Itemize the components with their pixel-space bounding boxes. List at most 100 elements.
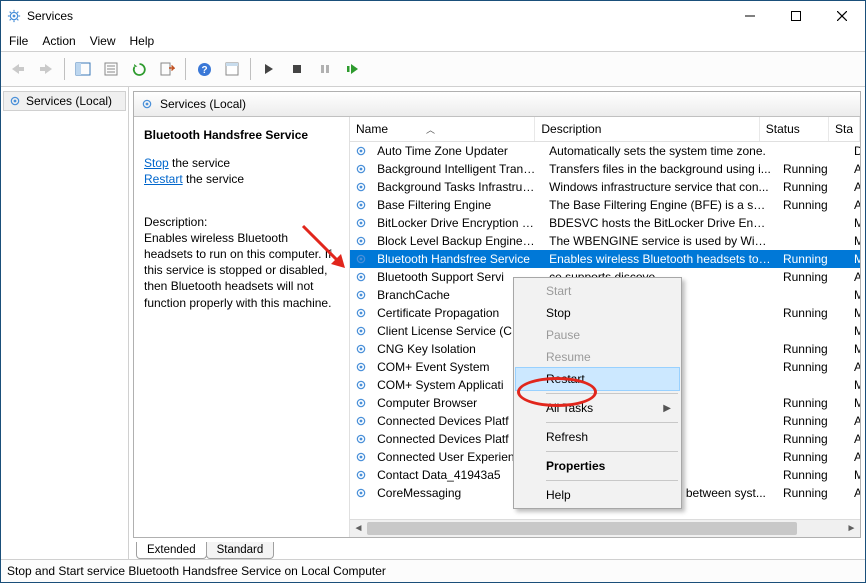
toolbar-properties[interactable] [98, 56, 124, 82]
cell-startup: Au [848, 162, 860, 176]
table-row[interactable]: Bluetooth Handsfree ServiceEnables wirel… [350, 250, 860, 268]
column-name[interactable]: Name︿ [350, 117, 535, 141]
column-status[interactable]: Status [760, 117, 829, 141]
toolbar-properties-sheet[interactable] [219, 56, 245, 82]
table-row[interactable]: Background Tasks Infrastruct...Windows i… [350, 178, 860, 196]
cell-name: Bluetooth Handsfree Service [371, 252, 543, 266]
close-button[interactable] [819, 1, 865, 31]
ctx-refresh[interactable]: Refresh [516, 426, 679, 448]
link-stop-service[interactable]: Stop [144, 156, 169, 170]
cell-status: Running [777, 342, 848, 356]
cell-description: Automatically sets the system time zone. [543, 144, 777, 158]
cell-status: Running [777, 486, 848, 500]
panel-title: Services (Local) [160, 97, 246, 111]
ctx-resume[interactable]: Resume [516, 346, 679, 368]
cell-description: Enables wireless Bluetooth headsets to r… [543, 252, 777, 266]
cell-status: Running [777, 360, 848, 374]
gear-icon [350, 216, 371, 230]
cell-startup: Ma [848, 396, 860, 410]
toolbar-back[interactable] [5, 56, 31, 82]
maximize-button[interactable] [773, 1, 819, 31]
tree-item-services-local[interactable]: Services (Local) [3, 91, 126, 111]
submenu-arrow-icon: ▶ [663, 403, 671, 414]
tab-extended[interactable]: Extended [136, 542, 207, 559]
column-startup[interactable]: Sta [829, 117, 860, 141]
menu-file[interactable]: File [9, 34, 28, 48]
ctx-start[interactable]: Start [516, 280, 679, 302]
cell-name: Block Level Backup Engine Se... [371, 234, 543, 248]
cell-startup: Au [848, 414, 860, 428]
gear-icon [350, 414, 371, 428]
gear-icon [350, 234, 371, 248]
ctx-pause[interactable]: Pause [516, 324, 679, 346]
cell-startup: Ma [848, 306, 860, 320]
cell-description: The WBENGINE service is used by Wind... [543, 234, 777, 248]
view-tabs: Extended Standard [133, 537, 861, 559]
gear-icon [350, 162, 371, 176]
panel-body: Bluetooth Handsfree Service Stop the ser… [134, 117, 860, 537]
detail-restart-line: Restart the service [144, 171, 339, 187]
cell-name: Background Intelligent Transf... [371, 162, 543, 176]
toolbar-forward[interactable] [33, 56, 59, 82]
toolbar-start-service[interactable] [256, 56, 282, 82]
cell-startup: Ma [848, 252, 860, 266]
ctx-restart[interactable]: Restart [516, 368, 679, 390]
cell-startup: Ma [848, 288, 860, 302]
table-row[interactable]: Auto Time Zone UpdaterAutomatically sets… [350, 142, 860, 160]
ctx-help[interactable]: Help [516, 484, 679, 506]
ctx-separator [546, 480, 678, 481]
cell-status: Running [777, 468, 848, 482]
toolbar-show-hide-tree[interactable] [70, 56, 96, 82]
cell-description: BDESVC hosts the BitLocker Drive Encry..… [543, 216, 777, 230]
grid-header: Name︿ Description Status Sta [350, 117, 860, 142]
console-tree: Services (Local) [1, 87, 129, 559]
service-detail: Bluetooth Handsfree Service Stop the ser… [134, 117, 349, 537]
cell-status: Running [777, 270, 848, 284]
toolbar-restart-service[interactable] [340, 56, 366, 82]
cell-status: Running [777, 414, 848, 428]
column-description[interactable]: Description [535, 117, 759, 141]
window-title: Services [27, 9, 73, 23]
svg-text:?: ? [201, 65, 207, 76]
toolbar: ? [1, 51, 865, 87]
panel-header: Services (Local) [134, 92, 860, 117]
toolbar-help[interactable]: ? [191, 56, 217, 82]
cell-name: BitLocker Drive Encryption Se... [371, 216, 543, 230]
menu-help[interactable]: Help [130, 34, 155, 48]
ctx-separator [546, 422, 678, 423]
cell-description: Windows infrastructure service that con.… [543, 180, 777, 194]
cell-status: Running [777, 306, 848, 320]
table-row[interactable]: Background Intelligent Transf...Transfer… [350, 160, 860, 178]
toolbar-stop-service[interactable] [284, 56, 310, 82]
menu-view[interactable]: View [90, 34, 116, 48]
cell-startup: Au [848, 198, 860, 212]
toolbar-pause-service[interactable] [312, 56, 338, 82]
horizontal-scrollbar[interactable]: ◄ ► [350, 519, 860, 537]
detail-description: Enables wireless Bluetooth headsets to r… [144, 230, 339, 311]
toolbar-refresh[interactable] [126, 56, 152, 82]
scroll-track[interactable] [367, 520, 843, 537]
table-row[interactable]: Base Filtering EngineThe Base Filtering … [350, 196, 860, 214]
main-body: Services (Local) Services (Local) Blueto… [1, 87, 865, 559]
minimize-button[interactable] [727, 1, 773, 31]
ctx-all-tasks[interactable]: All Tasks▶ [516, 397, 679, 419]
menu-action[interactable]: Action [42, 34, 75, 48]
scroll-thumb[interactable] [367, 522, 797, 535]
ctx-properties[interactable]: Properties [516, 455, 679, 477]
ctx-separator [546, 451, 678, 452]
toolbar-export[interactable] [154, 56, 180, 82]
cell-startup: Ma [848, 234, 860, 248]
gear-icon [350, 432, 371, 446]
menubar: File Action View Help [1, 31, 865, 51]
cell-startup: Ma [848, 324, 860, 338]
toolbar-separator [185, 58, 186, 80]
table-row[interactable]: Block Level Backup Engine Se...The WBENG… [350, 232, 860, 250]
scroll-right-icon[interactable]: ► [843, 520, 860, 537]
ctx-stop[interactable]: Stop [516, 302, 679, 324]
gear-icon [8, 94, 22, 108]
scroll-left-icon[interactable]: ◄ [350, 520, 367, 537]
gear-icon [350, 360, 371, 374]
tab-standard[interactable]: Standard [206, 542, 275, 559]
table-row[interactable]: BitLocker Drive Encryption Se...BDESVC h… [350, 214, 860, 232]
link-restart-service[interactable]: Restart [144, 172, 183, 186]
